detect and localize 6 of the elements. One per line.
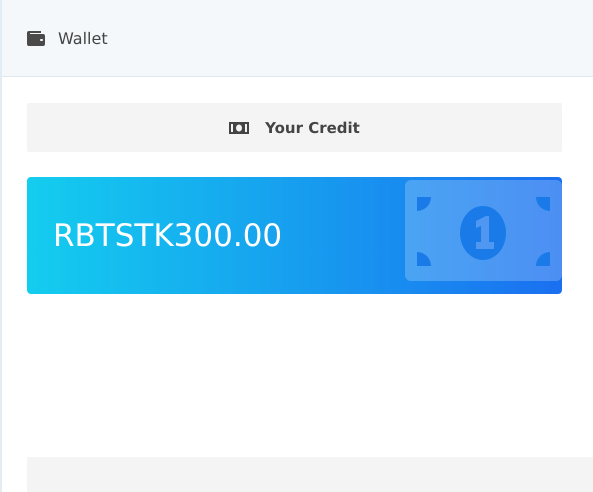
credit-amount: RBTSTK300.00 <box>53 218 282 254</box>
credit-label: Your Credit <box>265 118 360 136</box>
page-title: Wallet <box>58 28 108 48</box>
wallet-icon <box>27 30 45 46</box>
banknote-icon <box>405 180 562 281</box>
banknote-icon <box>229 122 250 134</box>
